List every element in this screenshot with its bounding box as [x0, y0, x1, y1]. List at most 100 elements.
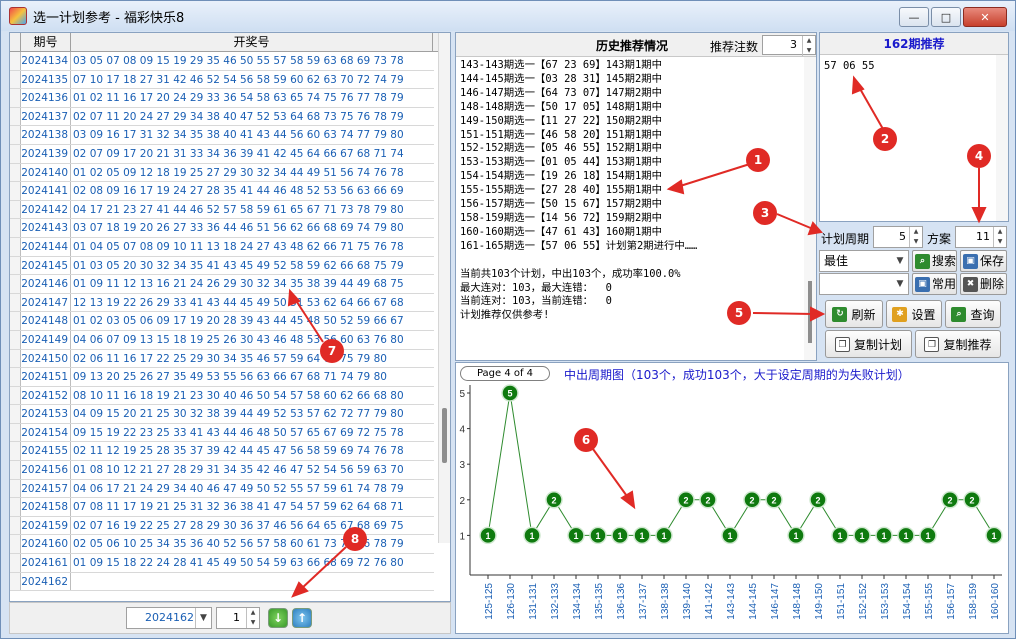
query-button[interactable]: ⌕ 查询	[945, 300, 1001, 328]
period-column-header[interactable]: 期号	[21, 33, 71, 51]
recommend-scrollbar[interactable]	[996, 55, 1008, 221]
stepper-arrows-icon[interactable]: ▲ ▼	[909, 227, 922, 247]
next-down-button[interactable]: ↓	[268, 608, 288, 628]
chart-pager[interactable]: Page 4 of 4	[460, 366, 550, 381]
row-marker[interactable]	[10, 52, 21, 70]
numbers-column-header[interactable]: 开奖号	[71, 33, 433, 51]
row-marker[interactable]	[10, 479, 21, 498]
recommend-numbers[interactable]: 57 06 55	[820, 55, 1008, 77]
row-marker[interactable]	[10, 535, 21, 554]
table-row[interactable]: 2024134 03 05 07 08 09 15 19 29 35 46 50 …	[10, 52, 434, 71]
table-row[interactable]: 2024155 02 11 12 19 25 28 35 37 39 42 44 …	[10, 442, 434, 462]
table-row[interactable]: 2024137 02 07 11 20 24 27 29 34 38 40 47 …	[10, 107, 434, 127]
row-marker[interactable]	[10, 219, 21, 237]
row-marker[interactable]	[10, 423, 21, 442]
settings-button[interactable]: ✱ 设置	[886, 300, 942, 328]
maximize-button[interactable]: □	[931, 7, 961, 27]
table-row[interactable]: 2024141 02 08 09 16 17 19 24 27 28 35 41 …	[10, 182, 434, 201]
table-row[interactable]: 2024160 02 05 06 10 25 34 35 36 40 52 56 …	[10, 535, 434, 555]
table-row[interactable]: 2024153 04 09 15 20 21 25 30 32 38 39 44 …	[10, 405, 434, 424]
row-marker[interactable]	[10, 442, 21, 461]
page-stepper[interactable]: 1 ▲ ▼	[216, 607, 260, 629]
period-select[interactable]: 2024162 ▼	[126, 607, 212, 629]
best-select[interactable]: 最佳 ▼	[819, 250, 909, 272]
x-tick-label: 139-140	[682, 583, 693, 620]
row-marker[interactable]	[10, 330, 21, 349]
table-row[interactable]: 2024158 07 08 11 17 19 21 25 31 32 36 38 …	[10, 498, 434, 517]
search-button[interactable]: ⌕ 搜索	[912, 250, 957, 272]
period-cell: 2024141	[21, 182, 71, 200]
close-button[interactable]: ✕	[963, 7, 1007, 27]
table-row[interactable]: 2024162	[10, 572, 434, 592]
chevron-down-icon[interactable]: ▼	[195, 608, 211, 628]
table-row[interactable]: 2024152 08 10 11 16 18 19 21 23 30 40 46 …	[10, 386, 434, 406]
table-row[interactable]: 2024139 02 07 09 17 20 21 31 33 34 36 39 …	[10, 144, 434, 164]
row-marker[interactable]	[10, 572, 21, 591]
minimize-button[interactable]: —	[899, 7, 929, 27]
row-marker[interactable]	[10, 405, 21, 423]
table-row[interactable]: 2024151 09 13 20 25 26 27 35 49 53 55 56 …	[10, 368, 434, 387]
preset-select[interactable]: ▼	[819, 273, 909, 295]
table-row[interactable]: 2024142 04 17 21 23 27 41 44 46 52 57 58 …	[10, 200, 434, 220]
table-row[interactable]: 2024135 07 10 17 18 27 31 42 46 52 54 56 …	[10, 70, 434, 90]
chevron-down-icon[interactable]: ▼	[892, 251, 908, 271]
row-marker[interactable]	[10, 126, 21, 144]
table-row[interactable]: 2024154 09 15 19 22 23 25 33 41 43 44 46 …	[10, 423, 434, 443]
table-row[interactable]: 2024136 01 02 11 16 17 20 24 29 33 36 54 …	[10, 89, 434, 108]
table-row[interactable]: 2024157 04 06 17 21 24 29 34 40 46 47 49 …	[10, 479, 434, 499]
row-marker[interactable]	[10, 554, 21, 572]
row-marker[interactable]	[10, 256, 21, 275]
row-marker[interactable]	[10, 163, 21, 182]
cycle-stepper[interactable]: 5 ▲ ▼	[873, 226, 923, 248]
table-row[interactable]: 2024145 01 03 05 20 30 32 34 35 41 43 45 …	[10, 256, 434, 276]
copy-plan-button[interactable]: ❐ 复制计划	[825, 330, 912, 358]
common-button[interactable]: ▣ 常用	[912, 273, 957, 295]
table-row[interactable]: 2024147 12 13 19 22 26 29 33 41 43 44 45 …	[10, 293, 434, 313]
table-row[interactable]: 2024150 02 06 11 16 17 22 25 29 30 34 35 …	[10, 349, 434, 369]
table-row[interactable]: 2024144 01 04 05 07 08 09 10 11 13 18 24 …	[10, 237, 434, 257]
grid-scroll-thumb[interactable]	[442, 408, 447, 463]
stepper-arrows-icon[interactable]: ▲ ▼	[802, 36, 815, 56]
row-marker[interactable]	[10, 237, 21, 256]
stepper-arrows-icon[interactable]: ▲ ▼	[246, 608, 259, 628]
row-marker[interactable]	[10, 70, 21, 89]
row-marker[interactable]	[10, 200, 21, 219]
table-row[interactable]: 2024146 01 09 11 12 13 16 21 24 26 29 30 …	[10, 275, 434, 294]
history-scrollbar[interactable]	[804, 57, 816, 360]
table-row[interactable]: 2024159 02 07 16 19 22 25 27 28 29 30 36 …	[10, 516, 434, 536]
copy-recommend-button[interactable]: ❐ 复制推荐	[915, 330, 1001, 358]
data-label: 2	[969, 495, 974, 505]
copy-icon: ❐	[924, 336, 940, 352]
table-row[interactable]: 2024149 04 06 07 09 13 15 18 19 25 26 30 …	[10, 330, 434, 350]
row-marker[interactable]	[10, 144, 21, 163]
row-marker[interactable]	[10, 293, 21, 312]
grid-scrollbar[interactable]	[438, 33, 450, 543]
chevron-down-icon[interactable]: ▼	[892, 274, 908, 294]
table-row[interactable]: 2024148 01 02 03 05 06 09 17 19 20 28 39 …	[10, 312, 434, 331]
row-marker[interactable]	[10, 498, 21, 516]
row-marker[interactable]	[10, 349, 21, 368]
table-row[interactable]: 2024138 03 09 16 17 31 32 34 35 38 40 41 …	[10, 126, 434, 145]
table-row[interactable]: 2024140 01 02 05 09 12 18 19 25 27 29 30 …	[10, 163, 434, 183]
row-marker[interactable]	[10, 312, 21, 330]
row-marker[interactable]	[10, 386, 21, 405]
refresh-button[interactable]: ↻ 刷新	[825, 300, 883, 328]
recommend-count-stepper[interactable]: 3 ▲ ▼	[762, 35, 816, 56]
table-row[interactable]: 2024161 01 09 15 18 22 24 28 41 45 49 50 …	[10, 554, 434, 573]
row-marker[interactable]	[10, 107, 21, 126]
row-marker[interactable]	[10, 182, 21, 200]
scheme-stepper[interactable]: 11 ▲ ▼	[955, 226, 1007, 248]
prev-up-button[interactable]: ↑	[292, 608, 312, 628]
row-marker[interactable]	[10, 89, 21, 107]
y-tick-label: 1	[459, 531, 465, 542]
stepper-arrows-icon[interactable]: ▲ ▼	[993, 227, 1006, 247]
table-row[interactable]: 2024143 03 07 18 19 20 26 27 33 36 44 46 …	[10, 219, 434, 238]
row-marker[interactable]	[10, 461, 21, 479]
row-marker[interactable]	[10, 516, 21, 535]
row-marker[interactable]	[10, 368, 21, 386]
table-row[interactable]: 2024156 01 08 10 12 21 27 28 29 31 34 35 …	[10, 461, 434, 480]
row-marker[interactable]	[10, 275, 21, 293]
history-scroll-thumb[interactable]	[808, 281, 812, 343]
save-button[interactable]: ▣ 保存	[960, 250, 1007, 272]
delete-button[interactable]: ✖ 删除	[960, 273, 1007, 295]
